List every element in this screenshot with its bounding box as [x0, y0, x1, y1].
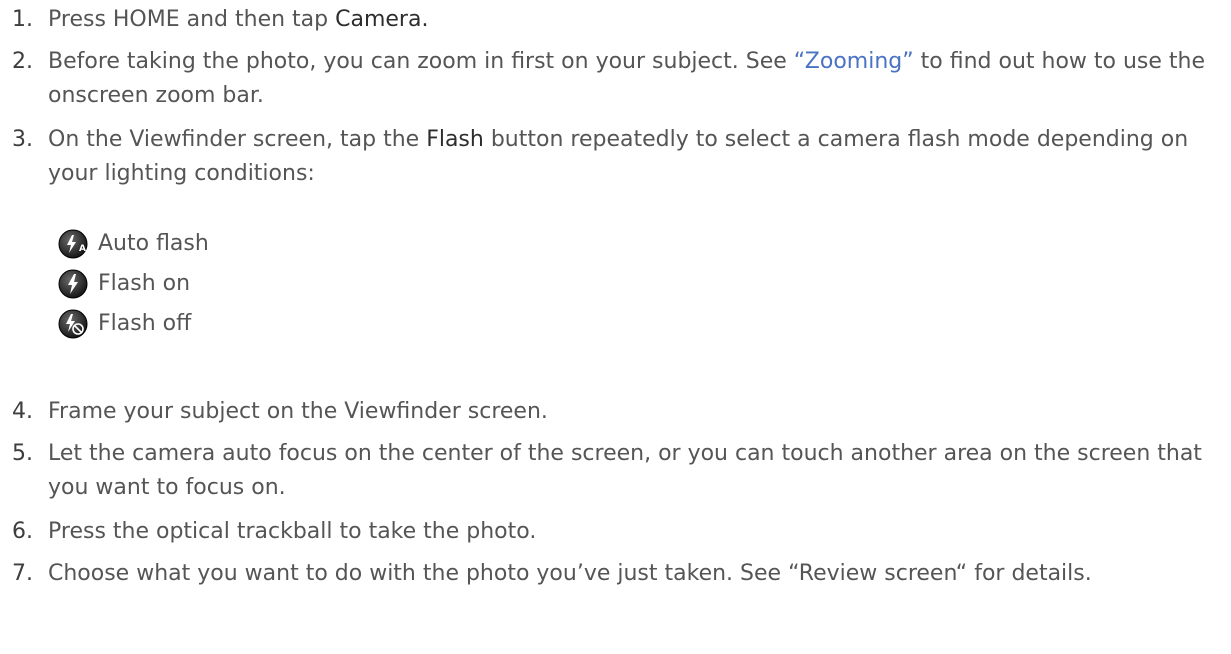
- step-2: 2. Before taking the photo, you can zoom…: [12, 45, 1217, 113]
- auto-flash-icon: A: [58, 229, 88, 259]
- step-text: On the Viewfinder screen, tap the: [48, 127, 427, 152]
- step-number: 7.: [12, 561, 33, 586]
- flash-mode-auto: A Auto flash: [58, 224, 209, 264]
- step-text: Press HOME and then tap: [48, 7, 336, 32]
- step-6: 6. Press the optical trackball to take t…: [12, 515, 536, 549]
- step-text: Choose what you want to do with the phot…: [48, 561, 1092, 586]
- flash-mode-on: Flash on: [58, 264, 209, 304]
- step-number: 1.: [12, 7, 33, 32]
- step-number: 5.: [12, 441, 33, 466]
- svg-text:A: A: [79, 244, 86, 254]
- step-number: 6.: [12, 519, 33, 544]
- step-5: 5. Let the camera auto focus on the cent…: [12, 437, 1217, 505]
- step-number: 3.: [12, 127, 33, 152]
- flash-mode-off: Flash off: [58, 304, 209, 344]
- step-3: 3. On the Viewfinder screen, tap the Fla…: [12, 123, 1217, 191]
- flash-on-icon: [58, 269, 88, 299]
- step-text: Before taking the photo, you can zoom in…: [48, 49, 794, 74]
- ui-term-camera: Camera.: [335, 7, 429, 32]
- step-number: 4.: [12, 399, 33, 424]
- step-number: 2.: [12, 49, 33, 74]
- step-7: 7. Choose what you want to do with the p…: [12, 557, 1092, 591]
- flash-off-icon: [58, 309, 88, 339]
- step-text: Press the optical trackball to take the …: [48, 519, 537, 544]
- flash-mode-label: Flash off: [98, 311, 192, 336]
- step-text: Frame your subject on the Viewfinder scr…: [48, 399, 548, 424]
- step-1: 1. Press HOME and then tap Camera.: [12, 3, 428, 37]
- flash-mode-list: A Auto flash Flash on Flash off: [58, 224, 209, 344]
- flash-mode-label: Flash on: [98, 271, 191, 296]
- ui-term-flash: Flash: [426, 127, 484, 152]
- step-text: Let the camera auto focus on the center …: [48, 441, 1202, 500]
- step-4: 4. Frame your subject on the Viewfinder …: [12, 395, 548, 429]
- zooming-link[interactable]: “Zooming”: [794, 49, 914, 74]
- flash-mode-label: Auto flash: [98, 231, 209, 256]
